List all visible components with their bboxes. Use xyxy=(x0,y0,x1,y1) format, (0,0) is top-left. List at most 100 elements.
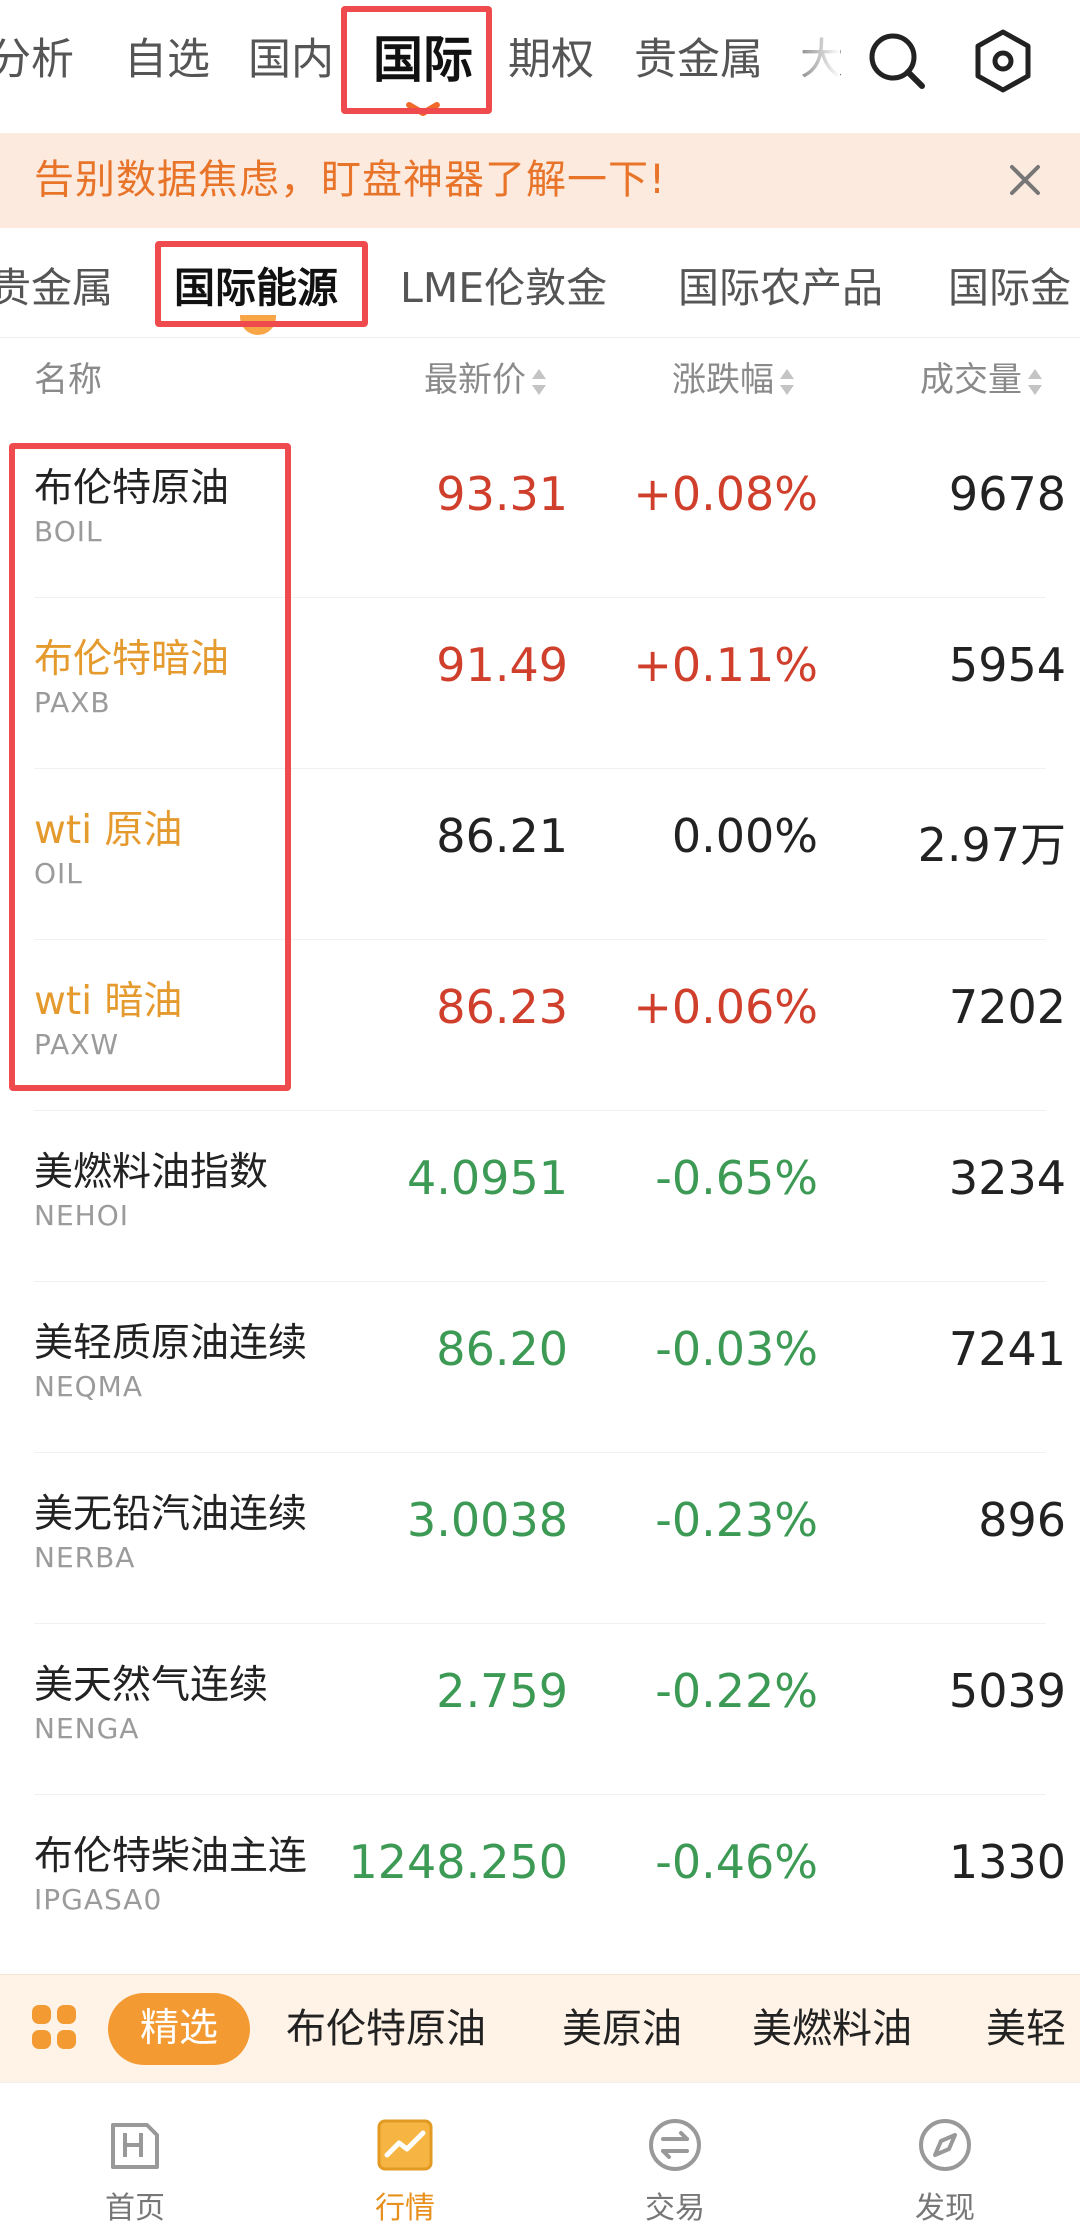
nav-market-label: 行情 xyxy=(375,2191,435,2226)
subtab-lme[interactable]: LME伦敦金 xyxy=(400,228,607,348)
nav-market[interactable]: 行情 xyxy=(270,2083,540,2226)
table-row[interactable]: wti 暗油 PAXW 86.23 +0.06% 7202 xyxy=(0,940,1080,1111)
subtab-intl-metal[interactable]: 国际金 xyxy=(948,228,1071,348)
tab-options[interactable]: 期权 xyxy=(508,0,594,128)
close-icon[interactable] xyxy=(1000,155,1050,205)
latest-price: 86.20 xyxy=(436,1322,568,1376)
table-row[interactable]: 布伦特暗油 PAXB 91.49 +0.11% 5954 xyxy=(0,598,1080,769)
quick-access-bar: 精选 布伦特原油 美原油 美燃料油 美轻 xyxy=(0,1974,1080,2082)
grid-menu-icon[interactable] xyxy=(30,2003,78,2051)
latest-price: 4.0951 xyxy=(407,1151,568,1205)
market-chart-icon xyxy=(375,2115,435,2175)
search-icon[interactable] xyxy=(862,26,932,96)
subtab-precious-metals[interactable]: 贵金属 xyxy=(0,228,113,348)
volume: 896 xyxy=(978,1493,1066,1547)
instrument-name: 布伦特原油 xyxy=(34,466,230,511)
column-header-name-label: 名称 xyxy=(34,360,102,400)
change-percent: -0.46% xyxy=(655,1835,818,1889)
instrument-name: 美燃料油指数 xyxy=(34,1150,269,1195)
instrument-code: NERBA xyxy=(34,1541,136,1574)
latest-price: 93.31 xyxy=(436,467,568,521)
column-header-change-label: 涨跌幅 xyxy=(672,360,774,400)
instrument-code: IPGASA0 xyxy=(34,1883,163,1916)
change-percent: +0.11% xyxy=(633,638,818,692)
table-row[interactable]: 美无铅汽油连续 NERBA 3.0038 -0.23% 896 xyxy=(0,1453,1080,1624)
latest-price: 2.759 xyxy=(436,1664,568,1718)
column-header-name: 名称 xyxy=(34,345,102,415)
tab-precious-metals-label: 贵金属 xyxy=(634,35,763,85)
subtab-intl-energy-label: 国际能源 xyxy=(174,264,338,312)
tab-precious-metals[interactable]: 贵金属 xyxy=(634,0,763,128)
volume: 3234 xyxy=(948,1151,1066,1205)
latest-price: 86.21 xyxy=(436,809,568,863)
subtab-intl-agri[interactable]: 国际农产品 xyxy=(678,228,883,348)
change-percent: -0.22% xyxy=(655,1664,818,1718)
trade-exchange-icon xyxy=(645,2115,705,2175)
column-header-price[interactable]: 最新价 xyxy=(424,345,546,415)
table-row[interactable]: 美天然气连续 NENGA 2.759 -0.22% 5039 xyxy=(0,1624,1080,1795)
instrument-code: BOIL xyxy=(34,515,103,548)
column-header-price-label: 最新价 xyxy=(424,360,526,400)
tab-options-label: 期权 xyxy=(508,35,594,85)
table-row[interactable]: 美轻质原油连续 NEQMA 86.20 -0.03% 7241 xyxy=(0,1282,1080,1453)
nav-discover[interactable]: 发现 xyxy=(810,2083,1080,2226)
instrument-name: wti 暗油 xyxy=(34,979,183,1024)
instrument-name: 布伦特暗油 xyxy=(34,637,230,682)
nav-home-label: 首页 xyxy=(105,2191,165,2226)
quick-item[interactable]: 美燃料油 xyxy=(752,1975,912,2083)
instrument-name: 布伦特柴油主连 xyxy=(34,1834,308,1879)
instrument-code: PAXW xyxy=(34,1028,120,1061)
compass-icon xyxy=(915,2115,975,2175)
instrument-name: 美无铅汽油连续 xyxy=(34,1492,308,1537)
instrument-code: OIL xyxy=(34,857,83,890)
nav-home[interactable]: 首页 xyxy=(0,2083,270,2226)
column-header-volume-label: 成交量 xyxy=(920,360,1022,400)
quick-item[interactable]: 美轻 xyxy=(986,1975,1066,2083)
volume: 7241 xyxy=(948,1322,1066,1376)
tab-domestic[interactable]: 国内 xyxy=(248,0,334,128)
top-tab-bar: 分析 自选 国内 国际 期权 贵金属 大 xyxy=(0,0,1080,128)
sort-icon xyxy=(532,368,546,395)
change-percent: -0.23% xyxy=(655,1493,818,1547)
sort-icon xyxy=(780,368,794,395)
column-header-change[interactable]: 涨跌幅 xyxy=(672,345,794,415)
tab-watchlist-label: 自选 xyxy=(124,35,210,85)
latest-price: 91.49 xyxy=(436,638,568,692)
volume: 1330 xyxy=(948,1835,1066,1889)
promo-banner[interactable]: 告别数据焦虑，盯盘神器了解一下! xyxy=(0,133,1080,228)
table-row[interactable]: 布伦特原油 BOIL 93.31 +0.08% 9678 xyxy=(0,427,1080,598)
change-percent: -0.65% xyxy=(655,1151,818,1205)
table-row[interactable]: 布伦特柴油主连 IPGASA0 1248.250 -0.46% 1330 xyxy=(0,1795,1080,1966)
latest-price: 1248.250 xyxy=(348,1835,569,1889)
instrument-name: wti 原油 xyxy=(34,808,183,853)
volume: 2.97万 xyxy=(917,818,1066,872)
subtab-precious-metals-label: 贵金属 xyxy=(0,264,113,312)
tab-analysis-label: 分析 xyxy=(0,35,74,85)
change-percent: +0.06% xyxy=(633,980,818,1034)
latest-price: 86.23 xyxy=(436,980,568,1034)
instrument-name: 美轻质原油连续 xyxy=(34,1321,308,1366)
quick-item[interactable]: 布伦特原油 xyxy=(286,1975,486,2083)
tab-domestic-label: 国内 xyxy=(248,35,334,85)
nav-trade[interactable]: 交易 xyxy=(540,2083,810,2226)
subtab-lme-label: LME伦敦金 xyxy=(400,264,608,312)
tab-international[interactable]: 国际 xyxy=(373,0,473,128)
tab-watchlist[interactable]: 自选 xyxy=(124,0,210,128)
table-row[interactable]: 美燃料油指数 NEHOI 4.0951 -0.65% 3234 xyxy=(0,1111,1080,1282)
subtab-intl-metal-label: 国际金 xyxy=(948,264,1071,312)
instrument-code: NEQMA xyxy=(34,1370,143,1403)
column-header-volume[interactable]: 成交量 xyxy=(920,345,1042,415)
volume: 7202 xyxy=(948,980,1066,1034)
quick-item[interactable]: 美原油 xyxy=(562,1975,682,2083)
nav-trade-label: 交易 xyxy=(645,2191,705,2226)
volume: 9678 xyxy=(948,467,1066,521)
sort-icon xyxy=(1028,368,1042,395)
latest-price: 3.0038 xyxy=(407,1493,568,1547)
featured-pill-button[interactable]: 精选 xyxy=(108,1993,250,2065)
bottom-nav: 首页 行情 交易 发现 xyxy=(0,2082,1080,2226)
settings-hexagon-icon[interactable] xyxy=(968,26,1038,96)
volume: 5954 xyxy=(948,638,1066,692)
table-row[interactable]: wti 原油 OIL 86.21 0.00% 2.97万 xyxy=(0,769,1080,940)
tab-analysis[interactable]: 分析 xyxy=(0,0,74,128)
instrument-code: NENGA xyxy=(34,1712,140,1745)
